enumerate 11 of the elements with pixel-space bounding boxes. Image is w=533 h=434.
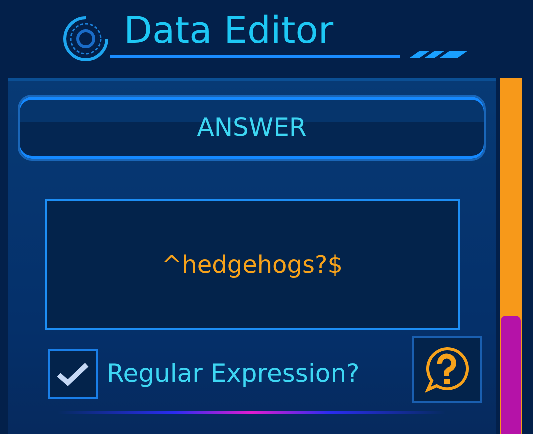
help-icon (422, 344, 472, 394)
scrollbar-thumb[interactable] (501, 316, 521, 434)
section-heading: ANSWER (18, 95, 486, 161)
checkbox[interactable] (48, 348, 98, 398)
window-title: Data Editor (124, 12, 334, 48)
help-button[interactable] (412, 336, 482, 403)
checkbox-label: Regular Expression? (107, 358, 360, 390)
target-icon (62, 15, 110, 63)
answer-field[interactable]: ^hedgehogs?$ (45, 199, 460, 330)
check-icon (56, 360, 90, 386)
scrollbar[interactable] (500, 78, 522, 434)
